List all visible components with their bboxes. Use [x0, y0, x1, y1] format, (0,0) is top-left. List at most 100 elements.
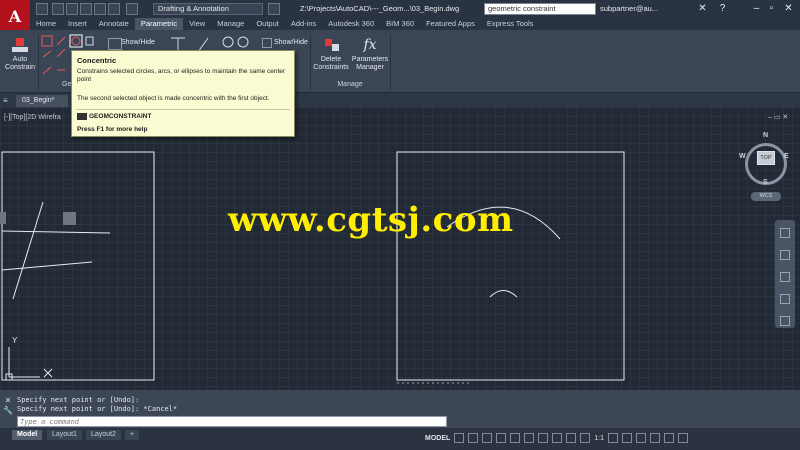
- concentric-icon: [71, 36, 81, 46]
- function-icon: fx: [363, 37, 377, 53]
- save-as-icon[interactable]: [80, 3, 92, 15]
- annotation-scale[interactable]: 1:1: [594, 435, 604, 442]
- command-history: Specify next point or [Undo]: Specify ne…: [17, 396, 177, 414]
- full-navigation-wheel-icon[interactable]: [780, 228, 790, 238]
- command-history-line-2: Specify next point or [Undo]: *Cancel*: [17, 405, 178, 413]
- new-file-icon[interactable]: [36, 3, 48, 15]
- command-window-controls[interactable]: ✕ 🔧: [3, 396, 13, 426]
- add-layout-button[interactable]: +: [125, 430, 140, 440]
- tab-parametric[interactable]: Parametric: [134, 18, 184, 30]
- tooltip-command: GEOMCONSTRAINT: [89, 113, 152, 120]
- sketch-line-diagonal: [12, 201, 44, 300]
- compass-west[interactable]: W: [739, 153, 746, 160]
- grid-icon[interactable]: [454, 433, 465, 443]
- object-snap-tracking-icon[interactable]: [524, 433, 535, 443]
- compass-north[interactable]: N: [763, 132, 768, 139]
- close-icon[interactable]: ✕: [782, 2, 795, 15]
- concentric-tooltip: Concentric Constrains selected circles, …: [71, 50, 295, 137]
- small-arc: [489, 290, 518, 298]
- tab-featured-apps[interactable]: Featured Apps: [420, 18, 481, 30]
- parallel-icon: [42, 50, 52, 58]
- left-rectangle: [1, 151, 155, 381]
- minimize-icon[interactable]: –: [750, 2, 763, 15]
- tab-insert[interactable]: Insert: [62, 18, 93, 30]
- search-input[interactable]: geometric constraint: [484, 3, 596, 15]
- undo-icon[interactable]: [108, 3, 120, 15]
- showmotion-icon[interactable]: [780, 316, 790, 326]
- share-icon[interactable]: [268, 3, 280, 15]
- show-hide-button-2[interactable]: Show/Hide: [274, 39, 308, 46]
- delete-constraints-label: Delete Constraints: [313, 56, 349, 71]
- show-hide-button-1[interactable]: Show/Hide: [121, 39, 155, 46]
- command-history-line-1: Specify next point or [Undo]:: [17, 396, 140, 404]
- compass-south[interactable]: S: [763, 179, 768, 186]
- viewcube-top-face[interactable]: TOP: [757, 151, 775, 165]
- save-icon[interactable]: [66, 3, 78, 15]
- workspace-dropdown[interactable]: Drafting & Annotation: [153, 3, 263, 15]
- tab-home[interactable]: Home: [30, 18, 62, 30]
- exchange-icon[interactable]: ✕: [696, 2, 709, 15]
- show-hide-icon[interactable]: [108, 38, 122, 50]
- transparency-icon[interactable]: [566, 433, 577, 443]
- coincident-icon: [41, 35, 53, 47]
- collinear-icon: [56, 36, 66, 46]
- tab-express-tools[interactable]: Express Tools: [481, 18, 540, 30]
- radius-icon: [222, 36, 234, 48]
- auto-constrain-button[interactable]: Auto Constrain: [2, 36, 38, 72]
- tab-autodesk-360[interactable]: Autodesk 360: [322, 18, 380, 30]
- annotation-visibility-icon[interactable]: [580, 433, 591, 443]
- start-tab-icon[interactable]: ≡: [3, 96, 13, 106]
- command-input[interactable]: [17, 416, 447, 427]
- tab-layout2[interactable]: Layout2: [86, 430, 121, 440]
- panel-geometric-label: Ge: [62, 81, 72, 88]
- polar-icon[interactable]: [496, 433, 507, 443]
- tab-view[interactable]: View: [183, 18, 211, 30]
- tab-manage[interactable]: Manage: [211, 18, 250, 30]
- navigation-bar[interactable]: [775, 220, 795, 328]
- plot-icon[interactable]: [94, 3, 106, 15]
- parameters-manager-button[interactable]: fx Parameters Manager: [350, 36, 390, 72]
- annotation-monitor-icon[interactable]: [622, 433, 633, 443]
- zoom-extents-icon[interactable]: [780, 272, 790, 282]
- redo-icon[interactable]: [126, 3, 138, 15]
- object-snap-icon[interactable]: [538, 433, 549, 443]
- dimension-show-hide-icon[interactable]: [262, 38, 272, 48]
- drawing-geometry: [0, 151, 625, 384]
- pan-icon[interactable]: [780, 250, 790, 260]
- tangent-icon: [42, 66, 52, 75]
- hardware-acceleration-icon[interactable]: [650, 433, 661, 443]
- user-account[interactable]: subpartner@au...: [600, 3, 692, 15]
- tab-annotate[interactable]: Annotate: [93, 18, 135, 30]
- customization-icon[interactable]: [678, 433, 689, 443]
- isolate-objects-icon[interactable]: [636, 433, 647, 443]
- tab-model[interactable]: Model: [12, 430, 43, 440]
- isodraft-icon[interactable]: [510, 433, 521, 443]
- tab-bim-360[interactable]: BIM 360: [380, 18, 420, 30]
- tab-output[interactable]: Output: [250, 18, 285, 30]
- wcs-menu[interactable]: WCS: [751, 192, 781, 201]
- snap-icon[interactable]: [468, 433, 479, 443]
- clean-screen-icon[interactable]: [664, 433, 675, 443]
- tooltip-detail: The second selected object is made conce…: [77, 95, 270, 102]
- perpendicular-icon: [56, 48, 66, 58]
- tooltip-divider: [76, 109, 290, 110]
- command-icon: [77, 113, 87, 120]
- model-space-button[interactable]: MODEL: [425, 435, 450, 442]
- tab-add-ins[interactable]: Add-ins: [285, 18, 322, 30]
- lineweight-icon[interactable]: [552, 433, 563, 443]
- delete-constraints-button[interactable]: Delete Constraints: [312, 36, 350, 72]
- tab-layout1[interactable]: Layout1: [47, 430, 82, 440]
- file-tab-03-begin[interactable]: 03_Begin*: [16, 95, 68, 107]
- sketch-line-horizontal-2: [1, 261, 93, 271]
- application-menu-button[interactable]: A: [0, 0, 30, 32]
- right-rectangle: [396, 151, 625, 381]
- tooltip-description: Constrains selected circles, arcs, or el…: [77, 68, 286, 83]
- ortho-icon[interactable]: [482, 433, 493, 443]
- help-icon[interactable]: ?: [716, 2, 729, 15]
- restore-icon[interactable]: ▫: [765, 2, 778, 15]
- diameter-icon: [237, 36, 249, 48]
- workspace-switch-icon[interactable]: [608, 433, 619, 443]
- compass-east[interactable]: E: [784, 153, 789, 160]
- open-file-icon[interactable]: [52, 3, 64, 15]
- orbit-icon[interactable]: [780, 294, 790, 304]
